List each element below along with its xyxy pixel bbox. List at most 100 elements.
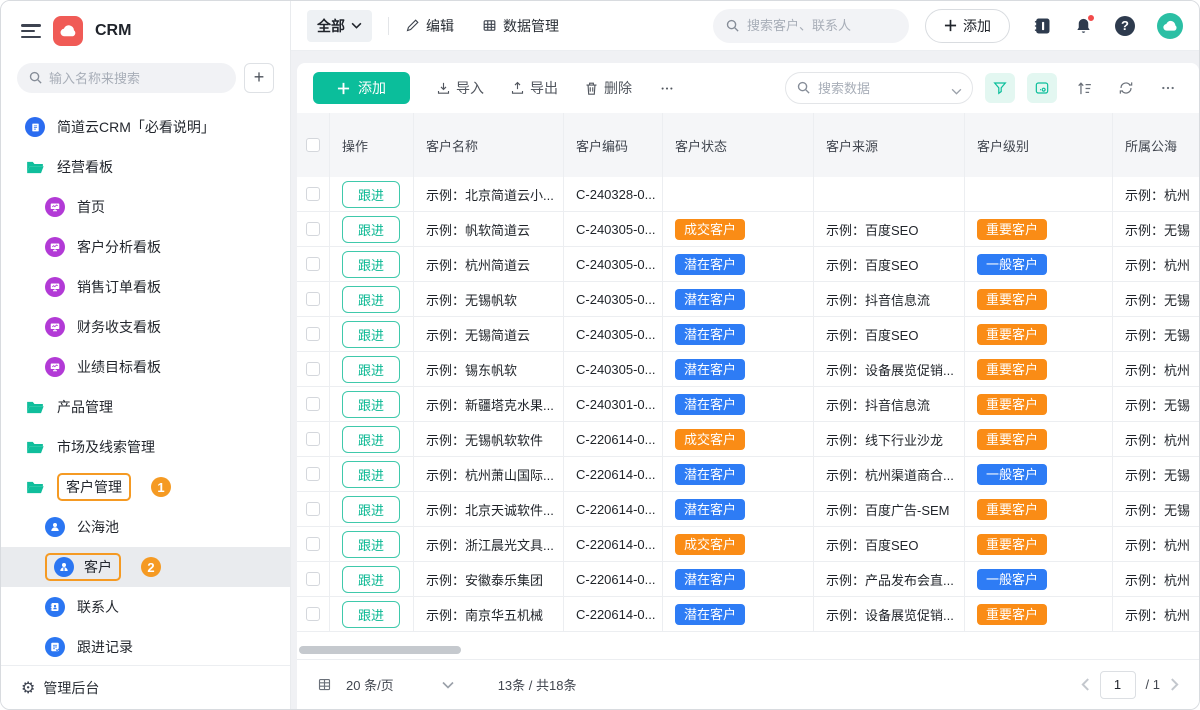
follow-up-button[interactable]: 跟进 [342,391,400,418]
next-page-button[interactable] [1170,678,1179,691]
horizontal-scrollbar-thumb[interactable] [299,646,461,654]
table-search-input[interactable] [785,72,973,104]
row-checkbox[interactable] [306,292,320,306]
sidebar-item-10[interactable]: 公海池 [1,507,290,547]
sidebar-item-11[interactable]: 客户2 [1,547,290,587]
card-eye-icon [1034,80,1050,96]
doc-icon [25,117,45,137]
row-checkbox[interactable] [306,362,320,376]
status-badge: 潜在客户 [675,324,745,345]
follow-up-button[interactable]: 跟进 [342,566,400,593]
row-select-cell [297,282,330,316]
row-checkbox[interactable] [306,572,320,586]
row-select-cell [297,177,330,211]
menu-toggle-icon[interactable] [21,24,41,38]
toolbar-more-button[interactable] [1153,73,1183,103]
row-count-label: 13条 / 共18条 [498,675,577,694]
page-input[interactable] [1100,671,1136,699]
sidebar-item-label: 业绩目标看板 [77,357,161,377]
import-button[interactable]: 导入 [436,78,484,98]
sidebar-search-input[interactable] [17,63,236,93]
chevron-down-icon [351,22,362,29]
sidebar-item-12[interactable]: 联系人 [1,587,290,627]
follow-up-button[interactable]: 跟进 [342,286,400,313]
page-size-select[interactable]: 20 条/页 [346,675,394,694]
row-checkbox[interactable] [306,537,320,551]
table-row-3: 跟进示例：无锡帆软C-240305-0...潜在客户示例：抖音信息流重要客户示例… [297,282,1199,317]
scope-selector[interactable]: 全部 [307,10,372,42]
sidebar-item-2[interactable]: 首页 [1,187,290,227]
row-action-cell: 跟进 [330,457,414,491]
follow-up-button[interactable]: 跟进 [342,356,400,383]
row-checkbox[interactable] [306,257,320,271]
chevron-down-icon[interactable] [442,681,454,689]
follow-up-button[interactable]: 跟进 [342,426,400,453]
follow-up-button[interactable]: 跟进 [342,321,400,348]
chevron-down-icon[interactable] [951,82,962,100]
filter-button[interactable] [985,73,1015,103]
sidebar-item-3[interactable]: 客户分析看板 [1,227,290,267]
row-checkbox[interactable] [306,397,320,411]
add-app-button[interactable]: + [244,63,274,93]
notification-bell-icon[interactable] [1074,16,1093,36]
user-avatar[interactable] [1157,13,1183,39]
status-badge: 潜在客户 [675,464,745,485]
table-row-9: 跟进示例：北京天诚软件...C-220614-0...潜在客户示例：百度广告-S… [297,492,1199,527]
customer-level-cell: 重要客户 [965,282,1113,316]
refresh-button[interactable] [1111,73,1141,103]
export-button[interactable]: 导出 [510,78,558,98]
row-checkbox[interactable] [306,467,320,481]
refresh-icon [1118,80,1134,96]
notebook-icon[interactable] [1032,16,1052,36]
import-label: 导入 [456,78,484,98]
customer-name-cell: 示例：北京简道云小... [414,177,564,211]
sidebar-item-13[interactable]: 跟进记录 [1,627,290,665]
customer-name-cell: 示例：杭州简道云 [414,247,564,281]
follow-up-button[interactable]: 跟进 [342,181,400,208]
follow-up-button[interactable]: 跟进 [342,216,400,243]
row-action-cell: 跟进 [330,597,414,631]
sidebar-item-8[interactable]: 市场及线索管理 [1,427,290,467]
delete-button[interactable]: 删除 [584,78,632,98]
global-search-input[interactable] [713,9,909,43]
customer-status-cell: 潜在客户 [663,562,814,596]
more-button[interactable] [658,81,676,96]
display-settings-button[interactable] [1027,73,1057,103]
follow-up-button[interactable]: 跟进 [342,601,400,628]
row-checkbox[interactable] [306,607,320,621]
help-icon[interactable]: ? [1115,16,1135,36]
select-all-checkbox[interactable] [306,138,320,152]
row-action-cell: 跟进 [330,317,414,351]
sidebar-item-7[interactable]: 产品管理 [1,387,290,427]
follow-up-button[interactable]: 跟进 [342,531,400,558]
admin-backend-button[interactable]: ⚙ 管理后台 [1,665,290,709]
sidebar-item-4[interactable]: 销售订单看板 [1,267,290,307]
sort-button[interactable] [1069,73,1099,103]
row-action-cell: 跟进 [330,352,414,386]
sidebar-item-6[interactable]: 业绩目标看板 [1,347,290,387]
table-row-4: 跟进示例：无锡简道云C-240305-0...潜在客户示例：百度SEO重要客户示… [297,317,1199,352]
row-select-cell [297,597,330,631]
prev-page-button[interactable] [1081,678,1090,691]
add-button[interactable]: 添加 [313,72,410,104]
row-checkbox[interactable] [306,187,320,201]
follow-up-button[interactable]: 跟进 [342,251,400,278]
row-checkbox[interactable] [306,432,320,446]
customer-status-cell: 潜在客户 [663,352,814,386]
data-manage-label: 数据管理 [503,16,559,36]
record-icon [45,637,65,657]
follow-up-button[interactable]: 跟进 [342,461,400,488]
data-manage-button[interactable]: 数据管理 [482,16,559,36]
follow-up-button[interactable]: 跟进 [342,496,400,523]
status-badge: 潜在客户 [675,359,745,380]
sidebar-item-1[interactable]: 经营看板 [1,147,290,187]
sidebar-item-0[interactable]: 简道云CRM「必看说明」 [1,107,290,147]
sidebar-item-9[interactable]: 客户管理1 [1,467,290,507]
row-checkbox[interactable] [306,502,320,516]
add-record-button[interactable]: 添加 [925,9,1010,43]
sidebar-item-5[interactable]: 财务收支看板 [1,307,290,347]
edit-button[interactable]: 编辑 [405,16,454,36]
row-checkbox[interactable] [306,327,320,341]
row-checkbox[interactable] [306,222,320,236]
pool-icon [45,517,65,537]
